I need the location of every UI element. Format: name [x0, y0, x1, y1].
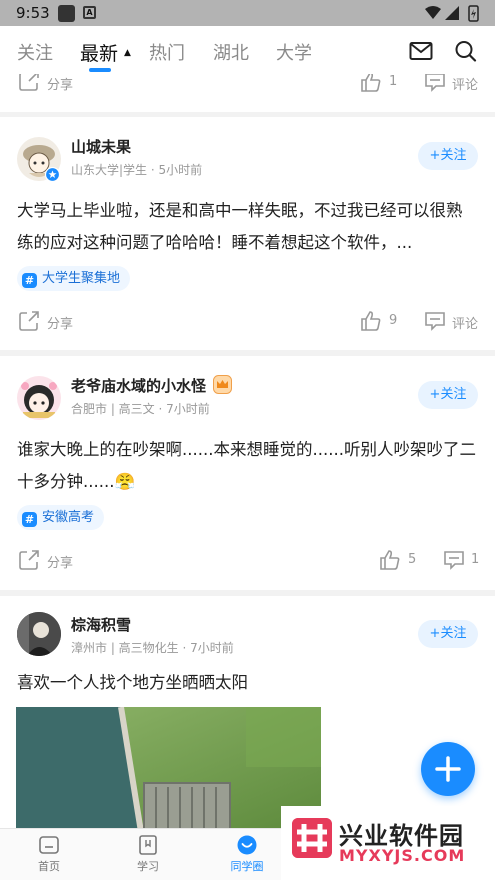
post-meta: 山东大学|学生 · 5小时前 — [71, 163, 203, 177]
post-card[interactable]: 棕海积雪 漳州市 | 高三物化生 · 7小时前 +关注 喜欢一个人找个地方坐晒晒… — [0, 596, 495, 828]
topic-tag-label: 安徽高考 — [42, 510, 95, 525]
like-icon[interactable] — [360, 310, 382, 332]
watermark: 兴业软件园 MYXYJS.COM — [281, 806, 495, 880]
author-name[interactable]: 老爷庙水域的小水怪 — [71, 375, 206, 396]
notification-icon — [58, 5, 75, 22]
search-icon[interactable] — [454, 40, 478, 62]
nav-study-label: 学习 — [137, 860, 159, 873]
nav-study[interactable]: 学习 — [118, 835, 178, 874]
watermark-subtitle: MYXYJS.COM — [339, 846, 466, 865]
like-icon[interactable] — [379, 549, 401, 571]
follow-button[interactable]: +关注 — [418, 620, 478, 648]
like-count: 5 — [408, 552, 417, 567]
hashtag-icon: # — [22, 512, 37, 527]
post-meta: 合肥市 | 高三文 · 7小时前 — [71, 402, 210, 416]
nav-home-label: 首页 — [38, 860, 60, 873]
status-bar: 9:53 A — [0, 0, 495, 26]
top-nav: 关注 最新 ▲ 热门 湖北 大学 — [0, 26, 495, 74]
share-label[interactable]: 分享 — [47, 74, 73, 93]
feed[interactable]: 分享 1 评论 山城未果 山东大学|学生 · 5小时前 +关注 大学马上毕业啦，… — [0, 74, 495, 828]
status-time: 9:53 — [16, 4, 50, 22]
tab-hubei[interactable]: 湖北 — [213, 39, 249, 65]
app-notification-icon: A — [83, 6, 96, 19]
post-card[interactable]: 老爷庙水域的小水怪 合肥市 | 高三文 · 7小时前 +关注 谁家大晚上的在吵架… — [0, 356, 495, 590]
follow-button[interactable]: +关注 — [418, 381, 478, 409]
author-name[interactable]: 棕海积雪 — [71, 614, 131, 635]
post-content[interactable]: 大学马上毕业啦，还是和高中一样失眠，不过我已经可以很熟练的应对这种问题了哈哈哈！… — [17, 195, 478, 259]
comment-icon[interactable] — [424, 74, 446, 93]
comment-icon[interactable] — [443, 549, 465, 571]
avatar[interactable] — [17, 376, 61, 420]
comment-label[interactable]: 评论 — [452, 313, 478, 332]
classmates-icon — [237, 835, 257, 855]
tab-hot[interactable]: 热门 — [149, 39, 185, 65]
avatar[interactable] — [17, 612, 61, 656]
status-indicators-icon — [425, 5, 479, 22]
study-icon — [139, 835, 157, 855]
share-icon[interactable] — [18, 310, 40, 332]
post-content[interactable]: 谁家大晚上的在吵架啊......本来想睡觉的......听别人吵架吵了二十多分钟… — [17, 434, 478, 498]
share-icon[interactable] — [18, 74, 40, 92]
comment-label[interactable]: 评论 — [452, 74, 478, 93]
follow-button[interactable]: +关注 — [418, 142, 478, 170]
add-post-button[interactable] — [421, 742, 475, 796]
post-meta: 漳州市 | 高三物化生 · 7小时前 — [71, 641, 234, 655]
tab-university[interactable]: 大学 — [276, 39, 312, 65]
like-count: 9 — [389, 313, 398, 328]
share-label[interactable]: 分享 — [47, 313, 73, 332]
tab-latest-caret-icon[interactable]: ▲ — [124, 48, 131, 58]
share-icon[interactable] — [18, 549, 40, 571]
topic-tag[interactable]: # 安徽高考 — [17, 505, 105, 530]
tab-following[interactable]: 关注 — [17, 39, 53, 65]
hashtag-icon: # — [22, 273, 37, 288]
topic-tag[interactable]: # 大学生聚集地 — [17, 266, 131, 291]
share-label[interactable]: 分享 — [47, 552, 73, 571]
mail-icon[interactable] — [409, 40, 433, 62]
tab-latest[interactable]: 最新 — [80, 39, 118, 66]
like-count: 1 — [389, 74, 398, 89]
nav-classmates-label: 同学圈 — [230, 860, 264, 873]
watermark-logo-icon — [292, 818, 332, 858]
verified-badge-icon — [45, 167, 60, 182]
active-tab-indicator — [89, 68, 111, 72]
topic-tag-label: 大学生聚集地 — [42, 271, 121, 286]
post-card[interactable]: 山城未果 山东大学|学生 · 5小时前 +关注 大学马上毕业啦，还是和高中一样失… — [0, 117, 495, 350]
comment-icon[interactable] — [424, 310, 446, 332]
author-name[interactable]: 山城未果 — [71, 136, 131, 157]
prev-post-actions: 分享 1 评论 — [0, 74, 495, 112]
crown-badge-icon — [213, 375, 232, 394]
like-icon[interactable] — [360, 74, 382, 93]
comment-count[interactable]: 1 — [471, 552, 479, 567]
post-content[interactable]: 喜欢一个人找个地方坐晒晒太阳 — [17, 667, 478, 699]
nav-home[interactable]: 首页 — [19, 835, 79, 874]
nav-classmates[interactable]: 同学圈 — [217, 835, 277, 874]
post-photo[interactable] — [16, 707, 321, 828]
home-icon — [39, 836, 59, 854]
